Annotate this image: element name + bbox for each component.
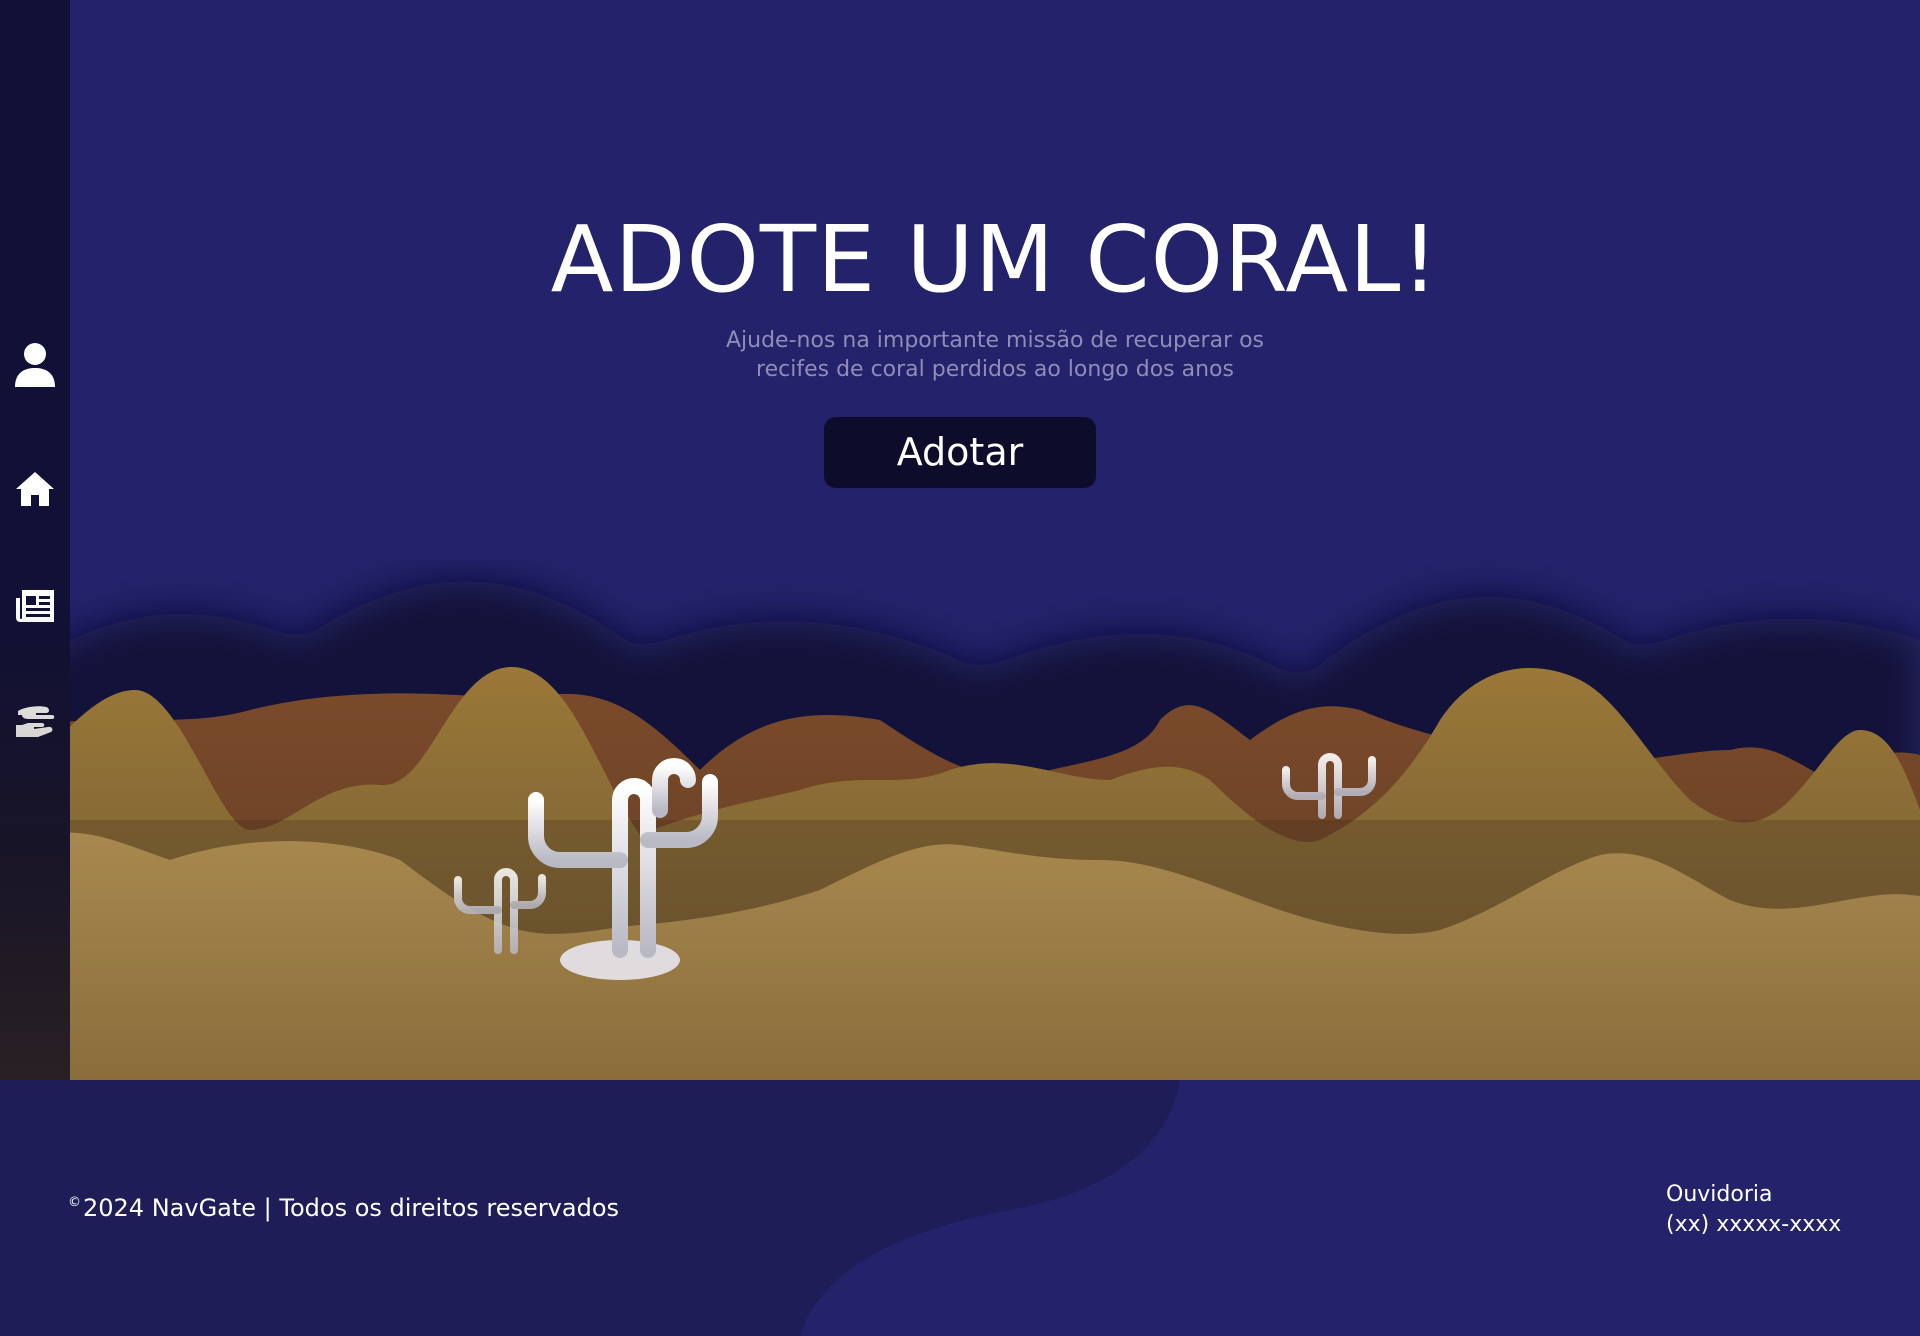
home-icon [16,472,54,506]
hero-subtitle: Ajude-nos na importante missão de recupe… [725,328,1265,382]
sidebar-item-donate[interactable] [0,686,70,756]
ombudsman-title: Ouvidoria [1666,1182,1773,1207]
hand-holding-icon [16,706,55,737]
sidebar-item-profile[interactable] [0,330,70,400]
adopt-button[interactable]: Adotar [824,417,1096,488]
copyright-symbol: © [68,1195,81,1210]
footer: ©2024 NavGate | Todos os direitos reserv… [0,1080,1920,1336]
ombudsman-contact: Ouvidoria (xx) xxxxx-xxxx [1666,1180,1841,1240]
desert-landscape [0,581,1920,1080]
page: ADOTE UM CORAL! Ajude-nos na importante … [0,0,1920,1336]
sidebar-item-news[interactable] [0,571,70,641]
hero-section: ADOTE UM CORAL! Ajude-nos na importante … [70,0,1920,520]
copyright-text: ©2024 NavGate | Todos os direitos reserv… [68,1194,619,1222]
page-title: ADOTE UM CORAL! [550,206,1440,313]
sidebar-shade [0,0,70,1080]
copyright-label: 2024 NavGate | Todos os direitos reserva… [83,1194,620,1222]
sidebar-item-home[interactable] [0,454,70,524]
user-icon [15,343,55,387]
sidebar [0,0,70,1080]
newspaper-icon [16,590,54,622]
ombudsman-phone[interactable]: (xx) xxxxx-xxxx [1666,1210,1841,1240]
